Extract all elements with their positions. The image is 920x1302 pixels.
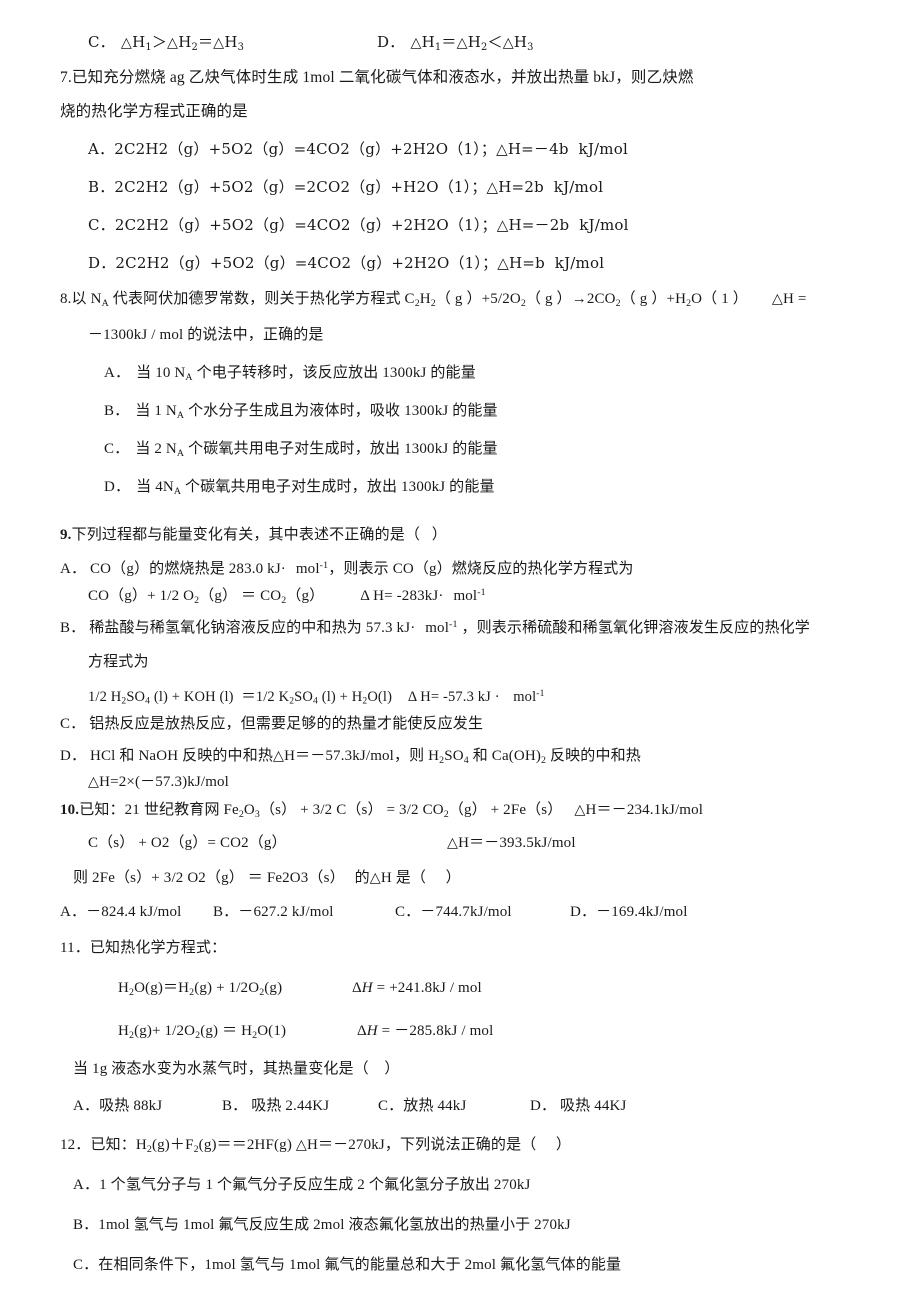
q9-option-b-line-1: B． 稀盐酸与稀氢氧化钠溶液反应的中和热为 57.3 kJ· mol-1 ，则表… — [60, 619, 810, 636]
q9-option-d-line-1: D． HCl 和 NaOH 反映的中和热△H＝－57.3kJ/mol，则 H2S… — [60, 748, 641, 766]
q8-stem-line-2: －1300kJ / mol 的说法中，正确的是 — [88, 327, 324, 343]
q10-option-a: A．－824.4 kJ/mol — [60, 904, 182, 920]
q7-option-d: D．2C2H2（g）+5O2（g）=4CO2（g）+2H2O（1）；△H=b k… — [88, 254, 605, 272]
q11-question: 当 1g 液态水变为水蒸气时，其热量变化是（ ） — [73, 1061, 400, 1077]
q12-stem: 12．已知：H2(g)＋F2(g)＝＝2HF(g) △H＝－270kJ，下列说法… — [60, 1137, 572, 1155]
q6-option-d: D． △H1＝△H2＜△H3 — [377, 33, 534, 53]
q7-stem-line-2: 烧的热化学方程式正确的是 — [60, 103, 248, 120]
q12-option-b: B．1mol 氢气与 1mol 氟气反应生成 2mol 液态氟化氢放出的热量小于… — [73, 1217, 571, 1233]
q11-option-d: D． 吸热 44KJ — [530, 1098, 627, 1114]
q10-stem-line-3: 则 2Fe（s）+ 3/2 O2（g） ＝ Fe2O3（s） 的△H 是（ ） — [73, 870, 461, 886]
q9-stem: 9.下列过程都与能量变化有关，其中表述不正确的是（ ） — [60, 527, 447, 543]
q9-option-b-line-2: 方程式为 — [88, 654, 149, 670]
q9-option-c: C． 铝热反应是放热反应，但需要足够的的热量才能使反应发生 — [60, 716, 484, 732]
q11-equation-1-left: H2O(g)＝H2(g) + 1/2O2(g) — [118, 980, 283, 998]
q11-option-b: B． 吸热 2.44KJ — [222, 1098, 330, 1114]
document-page: C． △H1＞△H2＝△H3 D． △H1＝△H2＜△H3 7.已知充分燃烧 ag … — [0, 0, 920, 1302]
q11-option-c: C．放热 44kJ — [378, 1098, 467, 1114]
q8-option-b: B．当 1 NA 个水分子生成且为液体时，吸收 1300kJ 的能量 — [104, 403, 498, 421]
q12-option-c: C．在相同条件下，1mol 氢气与 1mol 氟气的能量总和大于 2mol 氟化… — [73, 1257, 622, 1273]
q9-option-a-line-2: CO（g）+ 1/2 O2（g） ＝ CO2（g） Δ H= -283kJ· mo… — [88, 587, 486, 606]
q7-option-b: B．2C2H2（g）+5O2（g）=2CO2（g）+H2O（1）；△H=2b k… — [88, 178, 604, 196]
q9-option-d-line-2: △H=2×(－57.3)kJ/mol — [88, 774, 229, 790]
q7-option-a: A．2C2H2（g）+5O2（g）=4CO2（g）+2H2O（1）；△H=－4b… — [88, 140, 628, 158]
q10-option-d: D．－169.4kJ/mol — [570, 904, 688, 920]
q10-option-b: B．－627.2 kJ/mol — [213, 904, 334, 920]
q9-option-a-line-1: A． CO（g）的燃烧热是 283.0 kJ· mol-1，则表示 CO（g）燃… — [60, 560, 634, 577]
q10-stem-line-1: 10.已知：21 世纪教育网 Fe2O3（s） + 3/2 C（s） = 3/2… — [60, 802, 704, 820]
q8-option-a: A．当 10 NA 个电子转移时，该反应放出 1300kJ 的能量 — [104, 365, 476, 383]
q10-option-c: C．－744.7kJ/mol — [395, 904, 512, 920]
q7-option-c: C．2C2H2（g）+5O2（g）=4CO2（g）+2H2O（1）；△H=－2b… — [88, 216, 629, 234]
q8-stem-line-1: 8.以 NA 代表阿伏加德罗常数，则关于热化学方程式 C2H2（ g ）+5/2… — [60, 291, 807, 309]
q11-equation-2-right: ΔH = －285.8kJ / mol — [357, 1023, 494, 1039]
q11-stem: 11．已知热化学方程式： — [60, 940, 227, 956]
q9-option-b-line-3: 1/2 H2SO4 (l) + KOH (l) ＝1/2 K2SO4 (l) +… — [88, 688, 545, 707]
q6-option-c: C． △H1＞△H2＝△H3 — [88, 33, 245, 53]
q11-equation-2-left: H2(g)+ 1/2O2(g) ＝ H2O(1) — [118, 1023, 287, 1041]
q10-stem-line-2-left: C（s） + O2（g）= CO2（g） — [88, 835, 287, 851]
q11-option-a: A．吸热 88kJ — [73, 1098, 163, 1114]
q10-stem-line-2-right: △H＝－393.5kJ/mol — [447, 835, 576, 851]
q8-option-c: C．当 2 NA 个碳氧共用电子对生成时，放出 1300kJ 的能量 — [104, 441, 498, 459]
q7-stem-line-1: 7.已知充分燃烧 ag 乙炔气体时生成 1mol 二氧化碳气体和液态水，并放出热… — [60, 69, 694, 86]
q12-option-a: A．1 个氢气分子与 1 个氟气分子反应生成 2 个氟化氢分子放出 270kJ — [73, 1177, 531, 1193]
q11-equation-1-right: ΔH = +241.8kJ / mol — [352, 980, 482, 996]
q8-option-d: D．当 4NA 个碳氧共用电子对生成时，放出 1300kJ 的能量 — [104, 479, 495, 497]
